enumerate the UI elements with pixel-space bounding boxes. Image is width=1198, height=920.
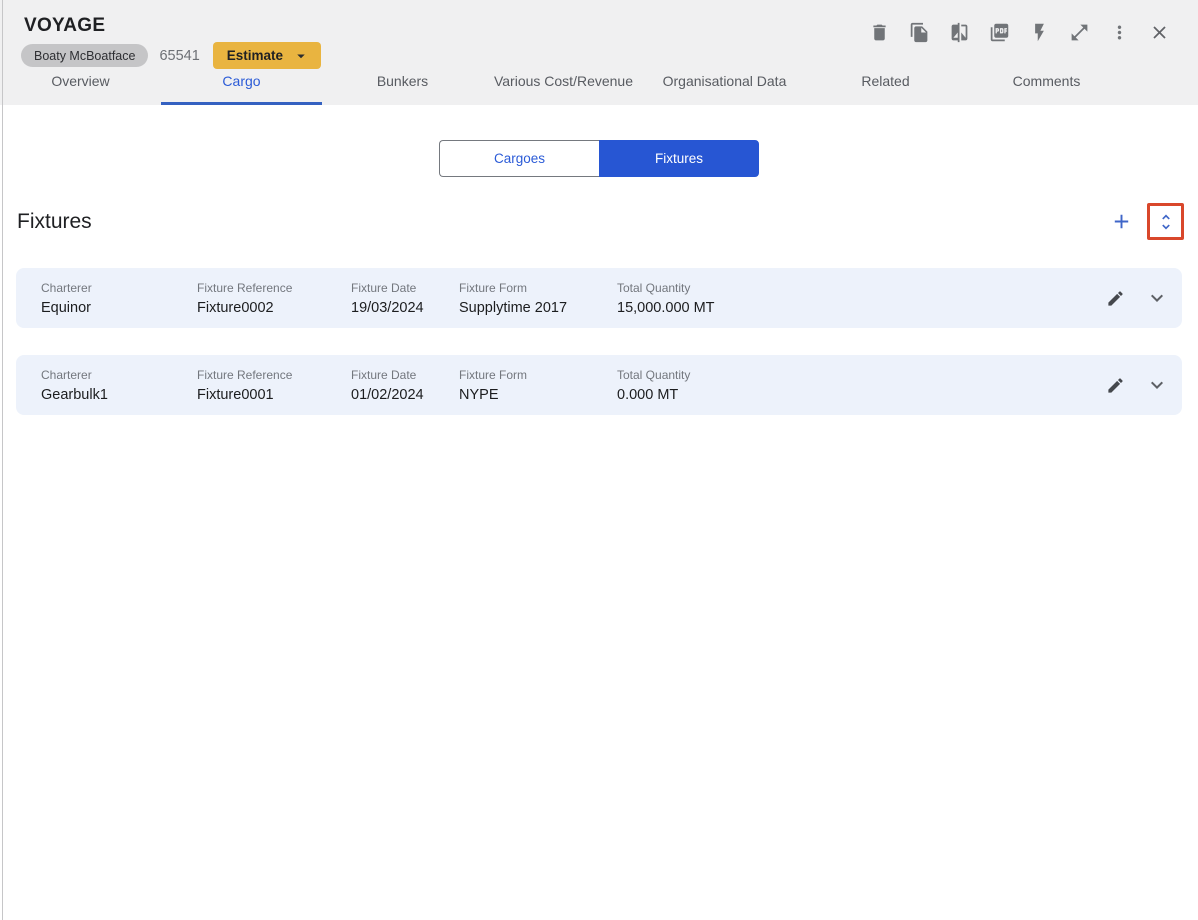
field-value: Gearbulk1 bbox=[41, 387, 197, 403]
field-label: Total Quantity bbox=[617, 281, 1104, 295]
collapse-expand-all-button[interactable] bbox=[1147, 203, 1184, 240]
unfold-more-icon bbox=[1156, 212, 1176, 232]
tab-overview[interactable]: Overview bbox=[0, 66, 161, 105]
field-label: Fixture Date bbox=[351, 368, 459, 382]
toggle-fixtures[interactable]: Fixtures bbox=[599, 140, 759, 177]
field-label: Total Quantity bbox=[617, 368, 1104, 382]
add-fixture-button[interactable] bbox=[1108, 209, 1134, 235]
chevron-down-icon bbox=[1145, 373, 1169, 397]
row-actions bbox=[1104, 372, 1170, 398]
vessel-chip: Boaty McBoatface bbox=[21, 44, 148, 67]
field-label: Fixture Form bbox=[459, 368, 617, 382]
bolt-icon bbox=[1029, 22, 1050, 43]
tab-cargo[interactable]: Cargo bbox=[161, 66, 322, 105]
fixtures-list: Charterer Equinor Fixture Reference Fixt… bbox=[16, 268, 1182, 415]
field-label: Charterer bbox=[41, 368, 197, 382]
caret-down-icon bbox=[292, 47, 310, 65]
field-value: 15,000.000 MT bbox=[617, 300, 1104, 316]
field-fixture-form: Fixture Form NYPE bbox=[459, 368, 617, 403]
field-fixture-date: Fixture Date 19/03/2024 bbox=[351, 281, 459, 316]
estimate-dropdown-button[interactable]: Estimate bbox=[213, 42, 321, 69]
field-fixture-date: Fixture Date 01/02/2024 bbox=[351, 368, 459, 403]
compare-button[interactable] bbox=[949, 22, 970, 43]
chevron-down-icon bbox=[1145, 286, 1169, 310]
delete-button[interactable] bbox=[869, 22, 890, 43]
tab-organisational-data[interactable]: Organisational Data bbox=[644, 66, 805, 105]
expand-fullscreen-icon bbox=[1069, 22, 1090, 43]
field-label: Fixture Form bbox=[459, 281, 617, 295]
field-total-quantity: Total Quantity 15,000.000 MT bbox=[617, 281, 1104, 316]
field-value: Fixture0002 bbox=[197, 300, 351, 316]
fixture-row[interactable]: Charterer Gearbulk1 Fixture Reference Fi… bbox=[16, 355, 1182, 415]
field-total-quantity: Total Quantity 0.000 MT bbox=[617, 368, 1104, 403]
pdf-icon bbox=[989, 22, 1010, 43]
close-icon bbox=[1149, 22, 1170, 43]
tab-various-cost-revenue[interactable]: Various Cost/Revenue bbox=[483, 66, 644, 105]
estimate-label: Estimate bbox=[227, 48, 283, 63]
field-charterer: Charterer Equinor bbox=[41, 281, 197, 316]
field-fixture-reference: Fixture Reference Fixture0002 bbox=[197, 281, 351, 316]
expand-row-button[interactable] bbox=[1144, 372, 1170, 398]
quick-actions-button[interactable] bbox=[1029, 22, 1050, 43]
field-fixture-reference: Fixture Reference Fixture0001 bbox=[197, 368, 351, 403]
copy-icon bbox=[909, 22, 930, 43]
fixtures-section-header: Fixtures bbox=[17, 203, 1184, 240]
plus-icon bbox=[1110, 210, 1133, 233]
voyage-number: 65541 bbox=[159, 48, 199, 64]
compare-icon bbox=[949, 22, 970, 43]
toggle-cargoes[interactable]: Cargoes bbox=[439, 140, 599, 177]
section-actions bbox=[1108, 203, 1184, 240]
edit-fixture-button[interactable] bbox=[1104, 374, 1126, 396]
field-value: Supplytime 2017 bbox=[459, 300, 617, 316]
field-label: Fixture Date bbox=[351, 281, 459, 295]
tab-bunkers[interactable]: Bunkers bbox=[322, 66, 483, 105]
field-value: Equinor bbox=[41, 300, 197, 316]
tab-related[interactable]: Related bbox=[805, 66, 966, 105]
close-button[interactable] bbox=[1149, 22, 1170, 43]
more-menu-button[interactable] bbox=[1109, 22, 1130, 43]
expand-fullscreen-button[interactable] bbox=[1069, 22, 1090, 43]
field-label: Fixture Reference bbox=[197, 368, 351, 382]
field-value: 0.000 MT bbox=[617, 387, 1104, 403]
expand-row-button[interactable] bbox=[1144, 285, 1170, 311]
edit-fixture-button[interactable] bbox=[1104, 287, 1126, 309]
field-value: NYPE bbox=[459, 387, 617, 403]
tab-comments[interactable]: Comments bbox=[966, 66, 1127, 105]
field-fixture-form: Fixture Form Supplytime 2017 bbox=[459, 281, 617, 316]
delete-icon bbox=[869, 22, 890, 43]
field-label: Charterer bbox=[41, 281, 197, 295]
field-value: 01/02/2024 bbox=[351, 387, 459, 403]
more-vert-icon bbox=[1109, 22, 1130, 43]
tab-bar: Overview Cargo Bunkers Various Cost/Reve… bbox=[0, 66, 1127, 105]
panel-header: VOYAGE Boaty McBoatface 65541 Estimate bbox=[0, 0, 1198, 105]
pdf-button[interactable] bbox=[989, 22, 1010, 43]
header-actions bbox=[869, 22, 1170, 43]
page-title: VOYAGE bbox=[24, 15, 105, 37]
section-title: Fixtures bbox=[17, 210, 92, 234]
field-value: 19/03/2024 bbox=[351, 300, 459, 316]
row-actions bbox=[1104, 285, 1170, 311]
view-toggle: Cargoes Fixtures bbox=[0, 105, 1198, 177]
pencil-icon bbox=[1106, 376, 1125, 395]
field-charterer: Charterer Gearbulk1 bbox=[41, 368, 197, 403]
voyage-panel: VOYAGE Boaty McBoatface 65541 Estimate bbox=[0, 0, 1198, 920]
header-meta: Boaty McBoatface 65541 Estimate bbox=[21, 42, 321, 69]
field-value: Fixture0001 bbox=[197, 387, 351, 403]
copy-button[interactable] bbox=[909, 22, 930, 43]
pencil-icon bbox=[1106, 289, 1125, 308]
field-label: Fixture Reference bbox=[197, 281, 351, 295]
fixture-row[interactable]: Charterer Equinor Fixture Reference Fixt… bbox=[16, 268, 1182, 328]
